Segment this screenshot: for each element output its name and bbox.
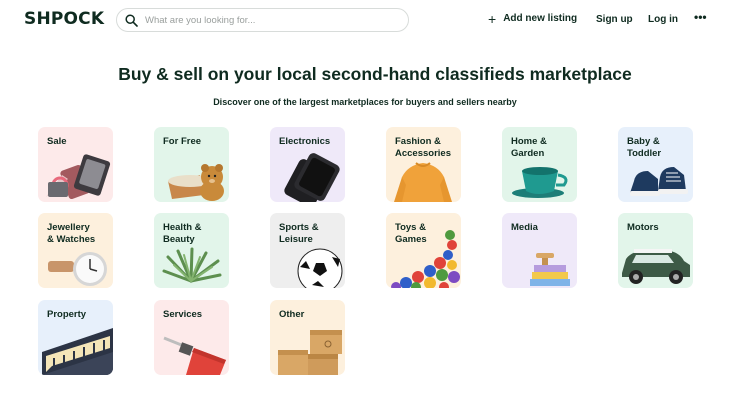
login-link[interactable]: Log in — [648, 14, 678, 25]
category-electronics[interactable]: Electronics — [270, 127, 345, 202]
category-baby-toddler[interactable]: Baby & Toddler — [618, 127, 693, 202]
category-label: Jewellery & Watches — [47, 222, 96, 245]
more-options-icon[interactable]: ••• — [694, 10, 707, 24]
search-bar[interactable] — [116, 8, 409, 32]
category-label: Sale — [47, 136, 67, 147]
category-label: For Free — [163, 136, 202, 147]
category-other[interactable]: Other — [270, 300, 345, 375]
category-property[interactable]: Property — [38, 300, 113, 375]
category-label: Health & Beauty — [163, 222, 202, 245]
top-navigation: SHPOCK + Add new listing Sign up Log in … — [0, 0, 750, 40]
category-label: Electronics — [279, 136, 331, 147]
search-icon — [125, 14, 138, 27]
category-motors[interactable]: Motors — [618, 213, 693, 288]
category-label: Motors — [627, 222, 659, 233]
page-title: Buy & sell on your local second-hand cla… — [118, 64, 632, 84]
signup-link[interactable]: Sign up — [596, 14, 633, 25]
category-media[interactable]: Media — [502, 213, 577, 288]
category-for-free[interactable]: For Free — [154, 127, 229, 202]
category-label: Fashion & Accessories — [395, 136, 451, 159]
category-toys-games[interactable]: Toys & Games — [386, 213, 461, 288]
category-label: Media — [511, 222, 538, 233]
add-new-listing-button[interactable]: + Add new listing — [488, 10, 578, 27]
add-new-listing-label: Add new listing — [503, 13, 578, 24]
category-fashion-accessories[interactable]: Fashion & Accessories — [386, 127, 461, 202]
category-sale[interactable]: Sale — [38, 127, 113, 202]
category-jewellery-watches[interactable]: Jewellery & Watches — [38, 213, 113, 288]
category-label: Other — [279, 309, 305, 320]
category-home-garden[interactable]: Home & Garden — [502, 127, 577, 202]
category-sports-leisure[interactable]: Sports & Leisure — [270, 213, 345, 288]
shpock-logo[interactable]: SHPOCK — [24, 9, 104, 29]
category-label: Services — [163, 309, 203, 320]
category-label: Sports & Leisure — [279, 222, 319, 245]
category-label: Property — [47, 309, 87, 320]
category-label: Baby & Toddler — [627, 136, 662, 159]
category-label: Home & Garden — [511, 136, 547, 159]
search-input[interactable] — [145, 12, 400, 28]
category-health-beauty[interactable]: Health & Beauty — [154, 213, 229, 288]
category-label: Toys & Games — [395, 222, 427, 245]
page-subtitle: Discover one of the largest marketplaces… — [213, 97, 517, 107]
category-services[interactable]: Services — [154, 300, 229, 375]
plus-icon: + — [488, 10, 497, 27]
